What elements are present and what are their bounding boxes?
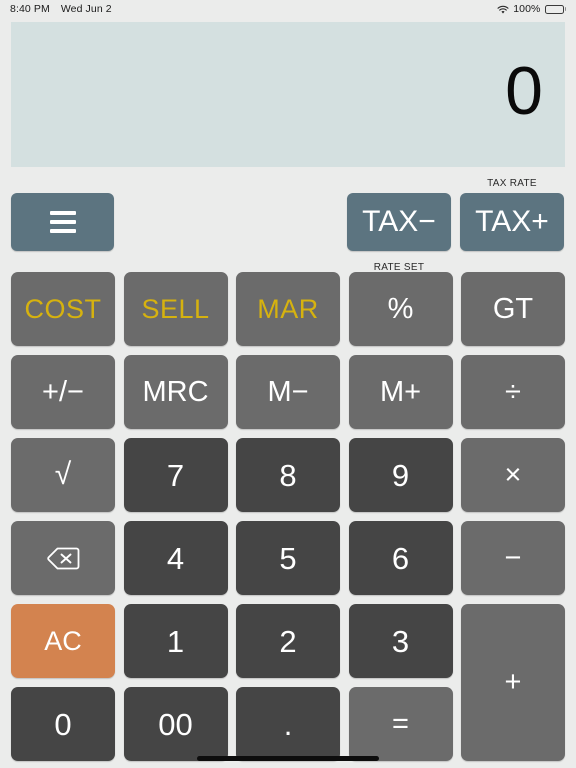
key-label-mplus: M+ bbox=[379, 375, 422, 408]
tax-plus-button[interactable]: TAX+ bbox=[460, 193, 564, 251]
key-label-minus: − bbox=[504, 541, 522, 574]
key-label-three: 3 bbox=[391, 623, 410, 659]
key-ac[interactable]: AC bbox=[11, 604, 115, 678]
key-label-eight: 8 bbox=[279, 457, 297, 493]
key-label-two: 2 bbox=[279, 623, 297, 659]
tax-plus-label: TAX+ bbox=[475, 205, 549, 238]
status-time: 8:40 PM bbox=[10, 3, 50, 15]
display-value: 0 bbox=[505, 52, 543, 129]
key-multiply[interactable]: × bbox=[461, 438, 565, 512]
key-label-six: 6 bbox=[391, 540, 410, 576]
key-percent[interactable]: % bbox=[348, 272, 453, 346]
key-label-four: 4 bbox=[166, 540, 185, 576]
key-label-doublezero: 00 bbox=[158, 706, 193, 742]
key-label-five: 5 bbox=[279, 540, 297, 576]
tax-minus-button[interactable]: TAX− bbox=[347, 193, 451, 251]
key-label-percent: % bbox=[387, 292, 414, 325]
wifi-icon bbox=[497, 5, 509, 15]
key-label-decimal: . bbox=[283, 706, 293, 742]
key-backspace[interactable] bbox=[11, 521, 115, 595]
key-minus[interactable]: − bbox=[461, 521, 565, 595]
key-label-nine: 9 bbox=[391, 457, 410, 493]
home-indicator bbox=[197, 756, 379, 761]
key-eight[interactable]: 8 bbox=[236, 438, 340, 512]
keypad: RATE SET COST SELL MAR% GT +/− MRC M− M+ ÷ √ 7 8 9 × 4… bbox=[0, 262, 576, 761]
key-mrc[interactable]: MRC bbox=[123, 355, 228, 429]
function-row: TAX− TAX RATE TAX+ bbox=[0, 178, 576, 251]
backspace-icon bbox=[46, 546, 80, 571]
battery-icon bbox=[544, 4, 566, 14]
key-label-cost: COST bbox=[24, 293, 102, 324]
menu-button[interactable] bbox=[11, 193, 114, 251]
key-label-mar: MAR bbox=[257, 293, 319, 324]
key-label-seven: 7 bbox=[166, 457, 185, 493]
key-label-multiply: × bbox=[504, 458, 522, 491]
tax-minus-label: TAX− bbox=[362, 205, 436, 238]
key-divide[interactable]: ÷ bbox=[461, 355, 565, 429]
key-one[interactable]: 1 bbox=[123, 604, 228, 678]
key-label-divide: ÷ bbox=[505, 375, 521, 408]
key-gt[interactable]: GT bbox=[461, 272, 565, 346]
key-zero[interactable]: 0 bbox=[11, 687, 115, 761]
key-equals[interactable]: = bbox=[348, 687, 453, 761]
key-six[interactable]: 6 bbox=[348, 521, 453, 595]
key-plus[interactable]: + bbox=[461, 604, 565, 761]
key-label-ac: AC bbox=[44, 625, 82, 656]
key-mplus[interactable]: M+ bbox=[348, 355, 453, 429]
key-label-equals: = bbox=[392, 707, 409, 740]
key-label-gt: GT bbox=[492, 292, 534, 325]
key-decimal[interactable]: . bbox=[236, 687, 340, 761]
status-bar: 8:40 PM Wed Jun 2 100% bbox=[0, 0, 576, 18]
key-mminus[interactable]: M− bbox=[236, 355, 340, 429]
status-bar-left: 8:40 PM Wed Jun 2 bbox=[10, 3, 112, 15]
key-five[interactable]: 5 bbox=[236, 521, 340, 595]
key-nine[interactable]: 9 bbox=[348, 438, 453, 512]
key-label-sqrt: √ bbox=[54, 458, 72, 491]
key-label-plusminus: +/− bbox=[42, 375, 84, 408]
battery-percent: 100% bbox=[513, 3, 541, 15]
key-label-zero: 0 bbox=[54, 706, 72, 742]
calculator-display: 0 bbox=[11, 22, 565, 167]
key-sqrt[interactable]: √ bbox=[11, 438, 115, 512]
key-four[interactable]: 4 bbox=[123, 521, 228, 595]
key-label-mminus: M− bbox=[267, 375, 309, 408]
key-cost[interactable]: COST bbox=[11, 272, 115, 346]
key-label-sell: SELL bbox=[141, 293, 210, 324]
key-label-plus: + bbox=[504, 666, 522, 698]
key-sell[interactable]: SELL bbox=[123, 272, 228, 346]
calculator-app: 8:40 PM Wed Jun 2 100% 0 TAX− TAX RATE T… bbox=[0, 0, 576, 768]
status-bar-right: 100% bbox=[497, 3, 566, 15]
key-seven[interactable]: 7 bbox=[123, 438, 228, 512]
key-mar[interactable]: MAR bbox=[236, 272, 340, 346]
tax-rate-label: TAX RATE bbox=[487, 178, 537, 189]
key-three[interactable]: 3 bbox=[348, 604, 453, 678]
key-plusminus[interactable]: +/− bbox=[11, 355, 115, 429]
key-two[interactable]: 2 bbox=[236, 604, 340, 678]
key-label-mrc: MRC bbox=[142, 375, 209, 408]
hamburger-menu-icon bbox=[49, 211, 76, 233]
status-date: Wed Jun 2 bbox=[60, 3, 112, 15]
key-label-one: 1 bbox=[166, 623, 185, 659]
key-doublezero[interactable]: 00 bbox=[123, 687, 228, 761]
